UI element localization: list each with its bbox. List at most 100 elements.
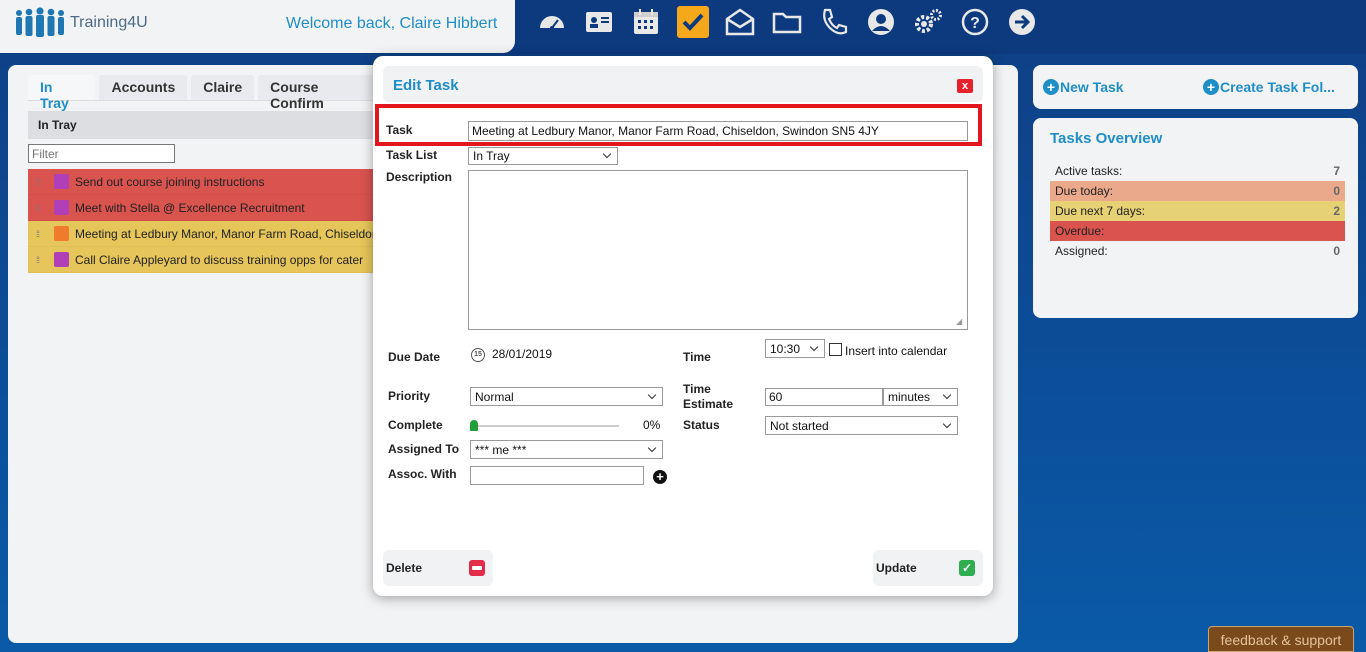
user-icon[interactable]	[857, 4, 904, 40]
status-select[interactable]: Not started	[765, 416, 958, 435]
logo[interactable]: Training4U	[14, 5, 148, 41]
overview-row-due-today: Due today: 0	[1050, 181, 1345, 201]
time-select[interactable]: 10:30	[765, 339, 825, 358]
people-logo-icon	[16, 7, 64, 37]
task-list-value: In Tray	[473, 149, 510, 163]
top-bar: Training4U Welcome back, Claire Hibbert	[0, 0, 1366, 54]
drag-handle-icon[interactable]: ⁞⁞	[36, 177, 46, 187]
assigned-to-select[interactable]: *** me ***	[470, 440, 663, 459]
drag-handle-icon[interactable]: ⁞⁞	[36, 203, 46, 213]
chevron-down-icon	[809, 342, 819, 351]
edit-task-dialog: Edit Task x Task Task List In Tray Descr…	[373, 56, 993, 596]
logout-icon[interactable]	[998, 4, 1045, 40]
overview-row-active: Active tasks: 7	[1050, 161, 1345, 181]
create-folder-label: Create Task Fol...	[1220, 79, 1335, 95]
create-task-folder-button[interactable]: + Create Task Fol...	[1203, 79, 1335, 95]
welcome-message: Welcome back, Claire Hibbert	[286, 15, 498, 32]
tab-course-confirm[interactable]: Course Confirm	[258, 75, 384, 111]
tab-in-tray[interactable]: In Tray	[28, 75, 96, 111]
tab-accounts[interactable]: Accounts	[99, 75, 188, 100]
task-input[interactable]	[468, 121, 968, 141]
assoc-with-input[interactable]	[470, 466, 644, 485]
assigned-to-label: Assigned To	[388, 442, 460, 456]
task-row[interactable]: ⁞⁞ Send out course joining instructions	[28, 169, 388, 195]
overview-label: Due today:	[1055, 184, 1114, 198]
help-icon[interactable]: ?	[951, 4, 998, 40]
overview-title: Tasks Overview	[1050, 130, 1163, 147]
task-row[interactable]: ⁞⁞ Meet with Stella @ Excellence Recruit…	[28, 195, 388, 221]
dialog-header: Edit Task x	[383, 66, 983, 102]
folder-icon[interactable]	[763, 4, 810, 40]
delete-button[interactable]: Delete	[383, 550, 493, 586]
overview-value: 0	[1333, 184, 1340, 198]
drag-handle-icon[interactable]: ⁞⁞	[36, 255, 46, 265]
overview-value: 2	[1333, 204, 1340, 218]
new-task-button[interactable]: + New Task	[1043, 79, 1124, 95]
priority-value: Normal	[475, 389, 514, 404]
description-textarea[interactable]	[468, 170, 968, 330]
overview-label: Assigned:	[1055, 244, 1108, 258]
overview-row-assigned: Assigned: 0	[1050, 241, 1345, 261]
tasks-icon[interactable]	[669, 4, 716, 40]
overview-value: 0	[1333, 244, 1340, 258]
due-date-value[interactable]: 28/01/2019	[492, 347, 552, 361]
task-row[interactable]: ⁞⁞ Meeting at Ledbury Manor, Manor Farm …	[28, 221, 388, 247]
chevron-down-icon	[942, 419, 952, 428]
task-label: Task	[386, 123, 413, 137]
chevron-down-icon	[647, 443, 657, 452]
phone-icon[interactable]	[810, 4, 857, 40]
plus-icon: +	[1043, 79, 1059, 95]
complete-slider-handle[interactable]	[470, 420, 478, 431]
complete-slider-track[interactable]	[473, 425, 619, 427]
complete-label: Complete	[388, 418, 443, 432]
task-folder-tabs: In Tray Accounts Claire Course Confirm	[28, 75, 388, 111]
time-unit-value: minutes	[888, 390, 931, 404]
list-header: In Tray	[28, 111, 388, 139]
main-nav: ?	[528, 4, 1045, 40]
time-estimate-input[interactable]	[765, 388, 883, 406]
insert-calendar-checkbox[interactable]	[829, 343, 842, 356]
new-task-label: New Task	[1060, 79, 1124, 95]
priority-select[interactable]: Normal	[470, 387, 663, 406]
priority-flag-icon	[54, 200, 69, 215]
brand-box: Training4U Welcome back, Claire Hibbert	[0, 0, 515, 53]
time-estimate-label: Time Estimate	[683, 382, 734, 411]
svg-text:?: ?	[970, 15, 980, 32]
drag-handle-icon[interactable]: ⁞⁞	[36, 229, 46, 239]
task-title: Meeting at Ledbury Manor, Manor Farm Roa…	[75, 226, 379, 241]
chevron-down-icon	[942, 390, 952, 400]
assigned-to-value: *** me ***	[475, 442, 527, 457]
chevron-down-icon	[647, 390, 657, 399]
priority-flag-icon	[54, 174, 69, 189]
delete-icon	[469, 560, 485, 576]
task-list: ⁞⁞ Send out course joining instructions …	[28, 169, 388, 273]
resize-grip-icon[interactable]: ◢	[956, 317, 962, 326]
calendar-icon[interactable]	[622, 4, 669, 40]
close-icon[interactable]: x	[957, 79, 973, 93]
plus-icon: +	[1203, 79, 1219, 95]
contacts-icon[interactable]	[575, 4, 622, 40]
task-title: Send out course joining instructions	[75, 174, 265, 189]
checkmark-icon: ✓	[959, 560, 975, 576]
update-button[interactable]: Update ✓	[873, 550, 983, 586]
add-association-icon[interactable]: +	[653, 470, 667, 484]
filter-input[interactable]	[28, 144, 175, 163]
mail-icon[interactable]	[716, 4, 763, 40]
status-label: Status	[683, 418, 720, 432]
task-title: Meet with Stella @ Excellence Recruitmen…	[75, 200, 305, 215]
insert-calendar-label: Insert into calendar	[845, 344, 948, 358]
overview-list: Active tasks: 7 Due today: 0 Due next 7 …	[1050, 161, 1345, 261]
task-row[interactable]: ⁞⁞ Call Claire Appleyard to discuss trai…	[28, 247, 388, 273]
task-list-label: Task List	[386, 148, 438, 162]
priority-label: Priority	[388, 389, 431, 403]
task-list-select[interactable]: In Tray	[468, 147, 618, 165]
dashboard-icon[interactable]	[528, 4, 575, 40]
overview-row-overdue: Overdue:	[1050, 221, 1345, 241]
time-unit-select[interactable]: minutes	[883, 388, 958, 406]
calendar-picker-icon[interactable]: 15	[471, 348, 485, 362]
chevron-down-icon	[602, 149, 612, 159]
feedback-button[interactable]: feedback & support	[1208, 626, 1354, 652]
settings-icon[interactable]	[904, 4, 951, 40]
tab-claire[interactable]: Claire	[191, 75, 255, 100]
overview-label: Due next 7 days:	[1055, 204, 1146, 218]
